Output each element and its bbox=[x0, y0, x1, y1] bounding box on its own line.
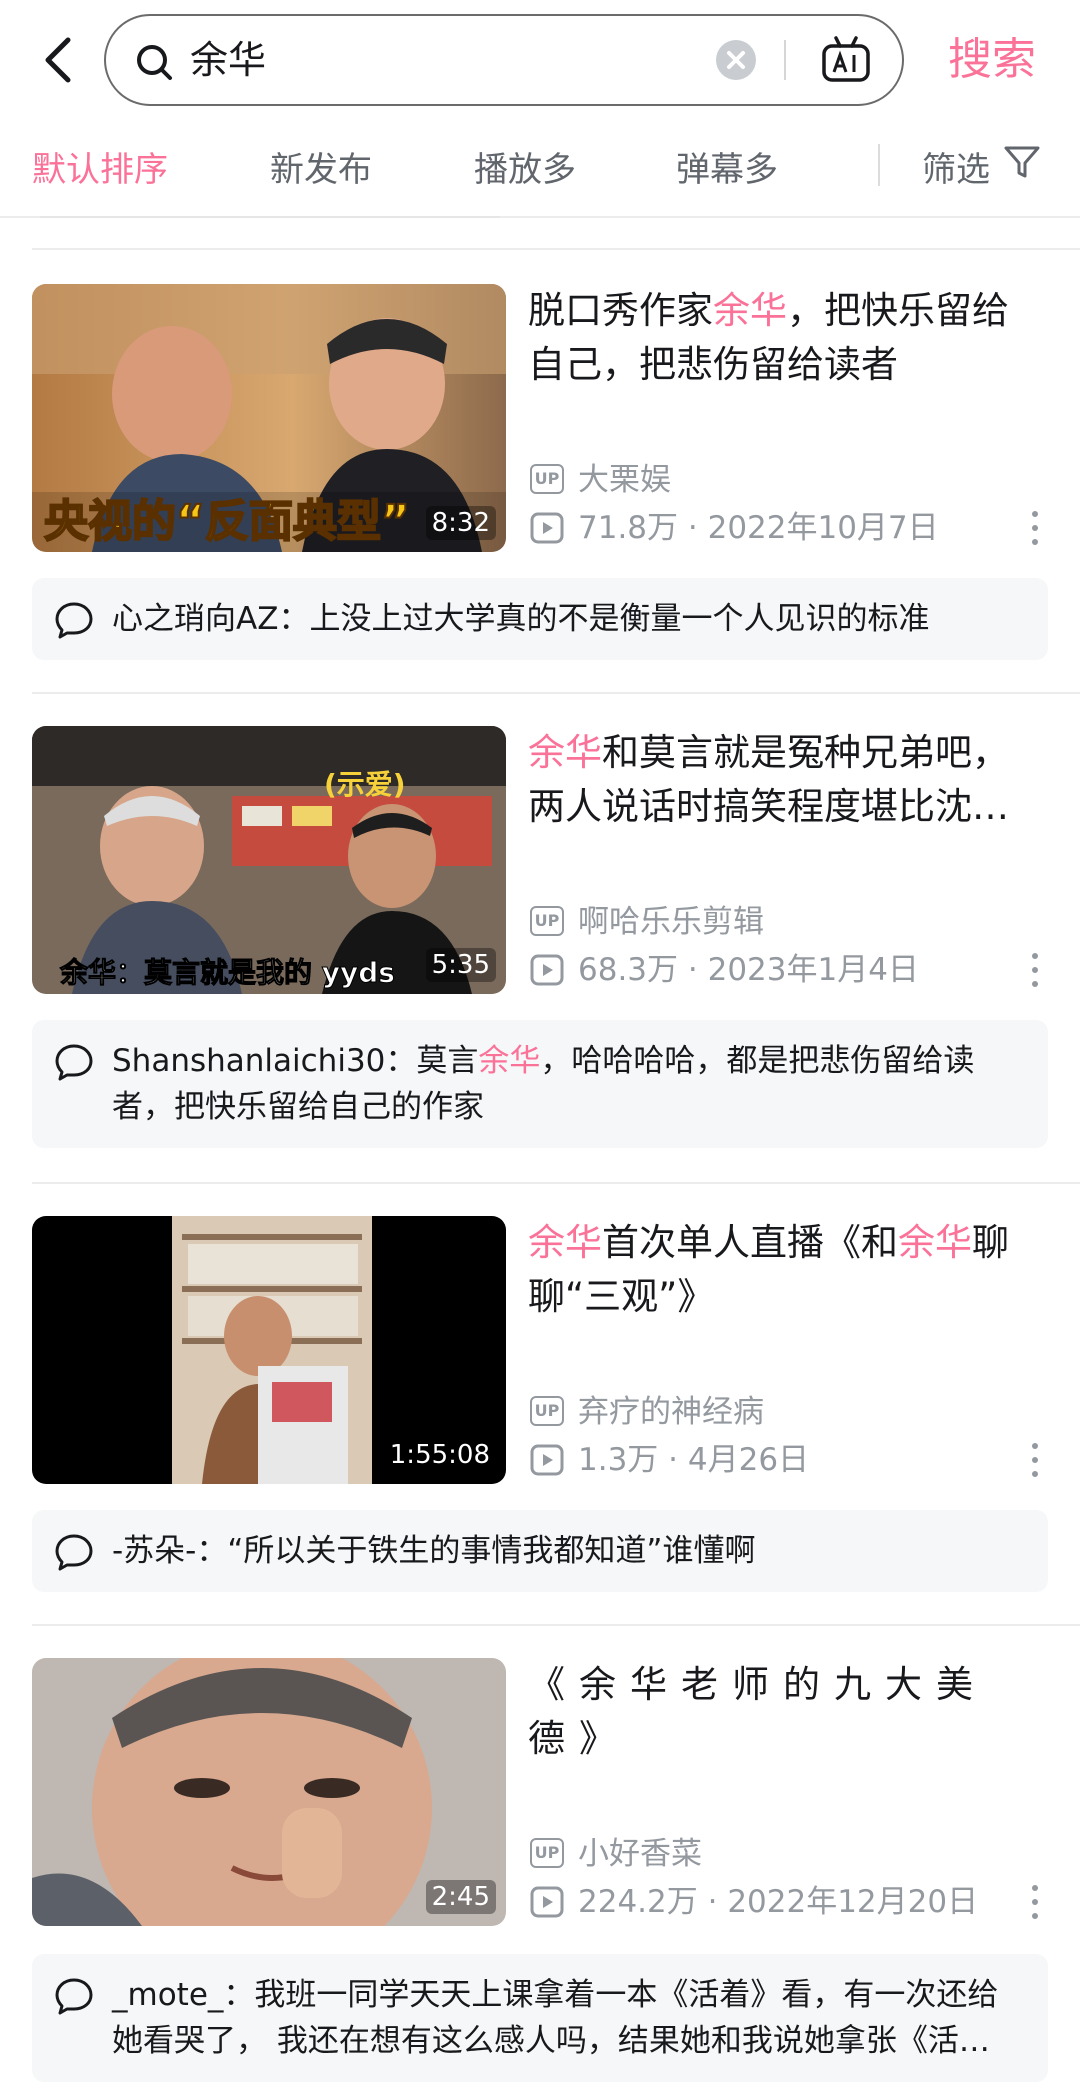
search-divider bbox=[784, 40, 786, 80]
uploader-name[interactable]: 小好香菜 bbox=[578, 1832, 702, 1876]
view-count: 71.8万 bbox=[578, 510, 679, 546]
video-thumbnail[interactable]: 央视的“反面典型” 8:32 bbox=[32, 284, 506, 552]
comment-icon bbox=[54, 1042, 94, 1082]
tab-default-sort[interactable]: 默认排序 bbox=[32, 140, 168, 200]
search-input[interactable]: 余华 bbox=[104, 14, 904, 106]
publish-date: 4月26日 bbox=[687, 1442, 810, 1478]
tab-newest[interactable]: 新发布 bbox=[270, 140, 372, 200]
video-duration: 1:55:08 bbox=[383, 1438, 496, 1472]
video-thumbnail[interactable]: 1:55:08 bbox=[32, 1216, 506, 1484]
uploader-name[interactable]: 啊哈乐乐剪辑 bbox=[578, 900, 764, 944]
comment-text: “所以关于铁生的事情我都知道”谁懂啊 bbox=[227, 1533, 756, 1569]
more-options-icon[interactable] bbox=[1028, 1882, 1042, 1922]
search-button[interactable]: 搜索 bbox=[948, 28, 1036, 92]
video-title[interactable]: 余华和莫言就是冤种兄弟吧，两人说话时搞笑程度堪比沈… bbox=[528, 726, 1038, 834]
comment-user: _mote_ bbox=[112, 1977, 224, 2013]
comment-icon bbox=[54, 600, 94, 640]
more-options-icon[interactable] bbox=[1028, 950, 1042, 990]
comment-text: 上没上过大学真的不是衡量一个人见识的标准 bbox=[309, 601, 930, 637]
up-badge-icon: UP bbox=[530, 906, 564, 936]
video-duration: 5:35 bbox=[425, 948, 496, 982]
divider bbox=[32, 248, 1080, 250]
play-count-icon bbox=[530, 1886, 564, 1918]
video-thumbnail[interactable]: (示爱) 余华：莫言就是我的 yyds 5:35 bbox=[32, 726, 506, 994]
video-duration: 8:32 bbox=[425, 506, 496, 540]
more-options-icon[interactable] bbox=[1028, 1440, 1042, 1480]
up-badge-icon: UP bbox=[530, 1396, 564, 1426]
play-count-icon bbox=[530, 954, 564, 986]
publish-date: 2023年1月4日 bbox=[707, 952, 919, 988]
ai-icon[interactable] bbox=[820, 34, 872, 86]
comment-user: 心之琑向AZ bbox=[112, 601, 279, 637]
publish-date: 2022年12月20日 bbox=[727, 1884, 979, 1920]
comment-user: -苏朵- bbox=[112, 1533, 197, 1569]
top-comment[interactable]: -苏朵-：“所以关于铁生的事情我都知道”谁懂啊 bbox=[32, 1510, 1048, 1592]
publish-date: 2022年10月7日 bbox=[707, 510, 939, 546]
uploader-name[interactable]: 大栗娱 bbox=[578, 458, 671, 502]
tab-most-danmaku[interactable]: 弹幕多 bbox=[676, 140, 778, 200]
tab-most-played[interactable]: 播放多 bbox=[474, 140, 576, 200]
previous-card-edge bbox=[40, 216, 500, 218]
comment-icon bbox=[54, 1976, 94, 2016]
comment-user: Shanshanlaichi30 bbox=[112, 1043, 386, 1079]
back-icon[interactable] bbox=[36, 30, 84, 90]
more-options-icon[interactable] bbox=[1028, 508, 1042, 548]
thumb-tag: (示爱) bbox=[324, 768, 406, 801]
video-title[interactable]: 余华首次单人直播《和余华聊聊“三观”》 bbox=[528, 1216, 1038, 1324]
thumb-caption: 央视的“反面典型” bbox=[44, 496, 410, 547]
top-comment[interactable]: 心之琑向AZ：上没上过大学真的不是衡量一个人见识的标准 bbox=[32, 578, 1048, 660]
video-thumbnail[interactable]: 2:45 bbox=[32, 1658, 506, 1926]
divider bbox=[32, 692, 1080, 694]
video-title[interactable]: 脱口秀作家余华，把快乐留给自己，把悲伤留给读者 bbox=[528, 284, 1038, 392]
video-duration: 2:45 bbox=[425, 1880, 496, 1914]
search-header: 余华 搜索 bbox=[0, 0, 1080, 122]
view-count: 224.2万 bbox=[578, 1884, 698, 1920]
filter-icon[interactable] bbox=[1002, 142, 1042, 182]
sort-divider bbox=[878, 144, 880, 186]
divider bbox=[32, 1624, 1080, 1626]
comment-icon bbox=[54, 1532, 94, 1572]
up-badge-icon: UP bbox=[530, 464, 564, 494]
view-count: 68.3万 bbox=[578, 952, 679, 988]
filter-button[interactable]: 筛选 bbox=[922, 140, 990, 200]
up-badge-icon: UP bbox=[530, 1838, 564, 1868]
thumb-caption: 余华：莫言就是我的 yyds bbox=[59, 956, 395, 989]
search-query[interactable]: 余华 bbox=[190, 16, 266, 104]
top-comment[interactable]: Shanshanlaichi30：莫言余华，哈哈哈哈，都是把悲伤留给读者，把快乐… bbox=[32, 1020, 1048, 1148]
search-icon bbox=[134, 42, 174, 82]
divider bbox=[32, 1182, 1080, 1184]
video-title[interactable]: 《余华老师的九大美德》 bbox=[528, 1658, 1038, 1766]
sort-bar: 默认排序 新发布 播放多 弹幕多 筛选 bbox=[0, 122, 1080, 218]
uploader-name[interactable]: 弃疗的神经病 bbox=[578, 1390, 764, 1434]
clear-icon[interactable] bbox=[716, 40, 756, 80]
play-count-icon bbox=[530, 512, 564, 544]
view-count: 1.3万 bbox=[578, 1442, 659, 1478]
top-comment[interactable]: _mote_：我班一同学天天上课拿着一本《活着》看，有一次还给她看哭了， 我还在… bbox=[32, 1954, 1048, 2082]
play-count-icon bbox=[530, 1444, 564, 1476]
